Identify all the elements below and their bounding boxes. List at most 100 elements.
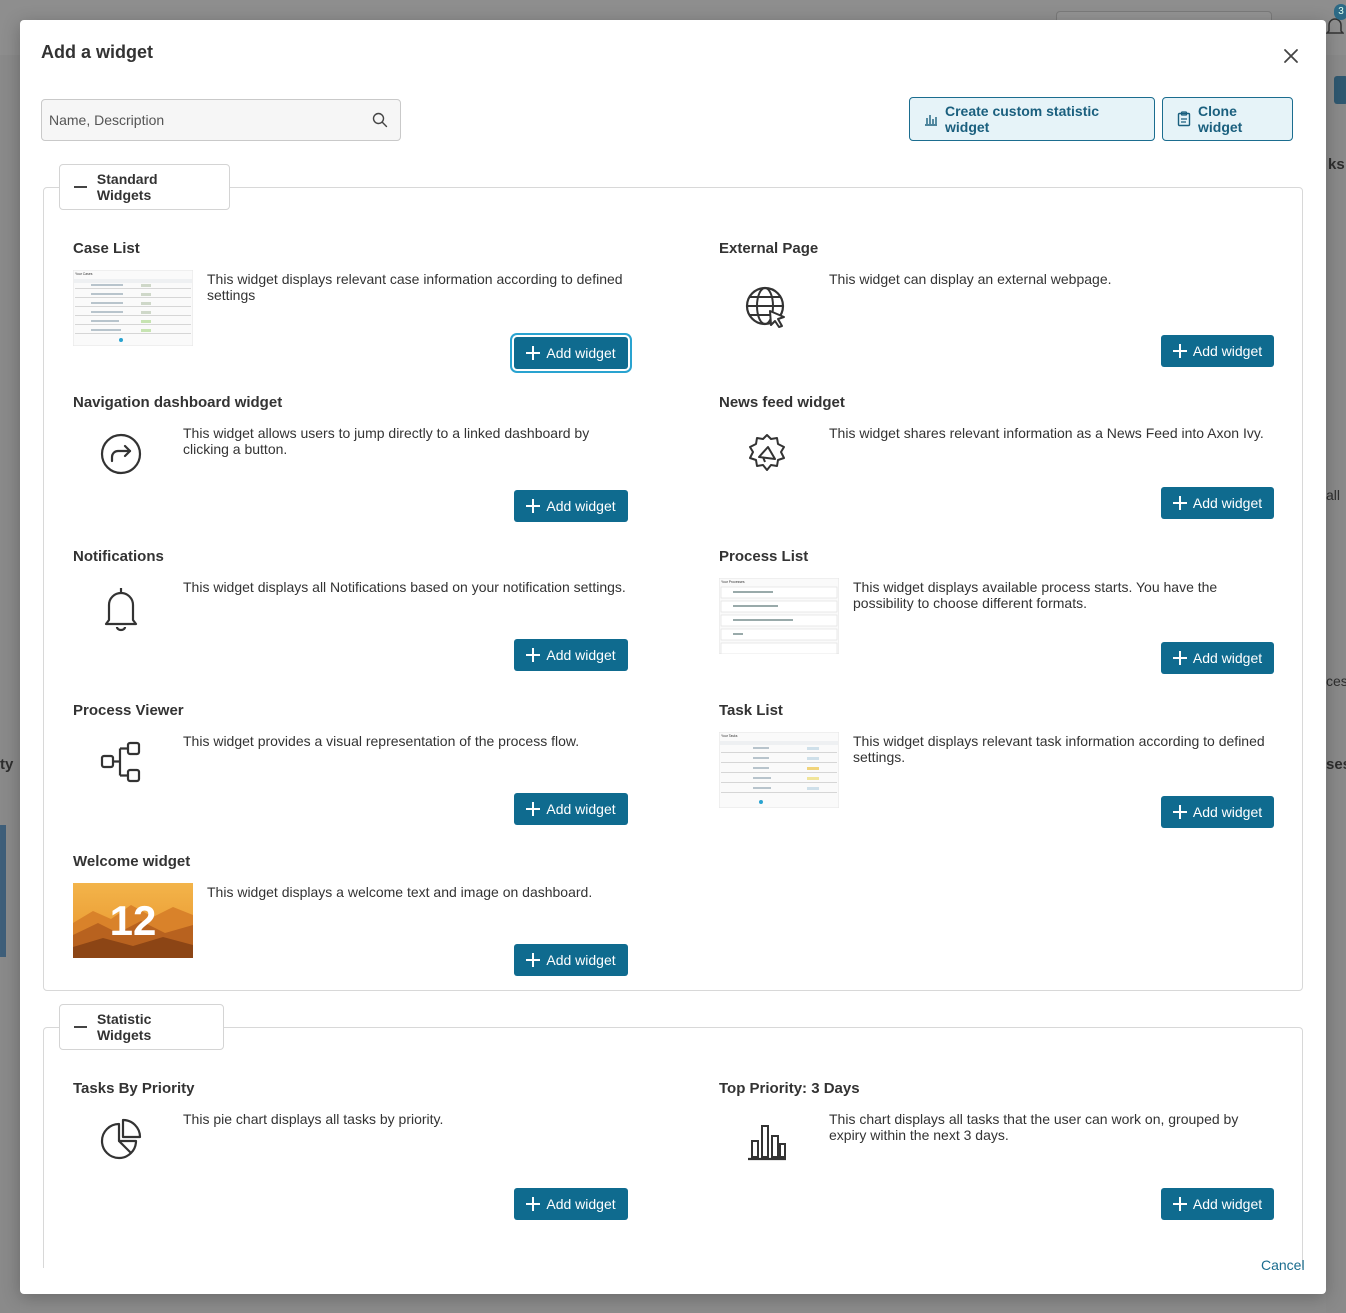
circle-arrow-icon [100, 433, 142, 475]
plus-icon [526, 953, 541, 967]
add-widget-button[interactable]: Add widget [514, 639, 628, 671]
clone-widget-button[interactable]: Clone widget [1162, 97, 1293, 141]
app-right-button [1334, 76, 1346, 104]
preview-heading: Your Processes [721, 580, 745, 584]
widget-description: This widget displays a welcome text and … [207, 884, 593, 900]
process-list-preview: Your Processes [719, 578, 839, 654]
add-widget-button[interactable]: Add widget [514, 793, 628, 825]
widget-title: Notifications [73, 548, 164, 565]
button-label: Add widget [546, 345, 616, 361]
widget-welcome: Welcome widget 12 This widget displays a… [73, 853, 628, 983]
add-widget-button[interactable]: Add widget [1161, 335, 1274, 367]
widget-case-list: Case List Your Cases This widget display… [73, 240, 628, 370]
standard-widgets-section: Standard Widgets Case List Your Cases Th… [43, 164, 1303, 991]
plus-icon [526, 499, 541, 513]
bar-chart-icon [925, 115, 937, 126]
widget-description: This widget provides a visual representa… [183, 733, 580, 749]
plus-icon [1172, 1197, 1187, 1211]
clipboard-icon [1177, 111, 1191, 127]
statistic-widgets-toggle[interactable]: Statistic Widgets [59, 1004, 224, 1050]
widget-process-list: Process List Your Processes This widget … [719, 548, 1274, 678]
plus-icon [1172, 651, 1187, 665]
widget-description: This chart displays all tasks that the u… [829, 1111, 1239, 1143]
plus-icon [526, 1197, 541, 1211]
button-label: Create custom statistic widget [945, 103, 1100, 135]
widget-description: This widget can display an external webp… [829, 271, 1112, 287]
minus-icon [74, 186, 87, 188]
widget-top-priority-3-days: Top Priority: 3 Days This chart displays… [719, 1080, 1274, 1220]
widget-title: External Page [719, 240, 819, 257]
add-widget-button[interactable]: Add widget [1161, 642, 1274, 674]
statistic-widgets-section: Statistic Widgets Tasks By Priority This… [43, 1004, 1303, 1268]
widget-title: Process List [719, 548, 809, 565]
close-icon[interactable] [1281, 46, 1301, 66]
widget-title: News feed widget [719, 394, 845, 411]
add-widget-button[interactable]: Add widget [514, 944, 628, 976]
section-title: Standard Widgets [96, 171, 158, 203]
widget-description: This pie chart displays all tasks by pri… [183, 1111, 444, 1127]
app-left-area [0, 55, 20, 1313]
case-list-preview: Your Cases [73, 270, 193, 346]
widget-description: This widget displays available process s… [853, 579, 1218, 611]
widget-notifications: Notifications This widget displays all N… [73, 548, 628, 678]
backdrop-text: ty [0, 756, 14, 773]
add-widget-button[interactable]: Add widget [514, 1188, 628, 1220]
welcome-image-text: 12 [110, 897, 157, 944]
widget-navigation-dashboard: Navigation dashboard widget This widget … [73, 394, 628, 524]
widget-external-page: External Page This widget can display an… [719, 240, 1274, 370]
cancel-link[interactable]: Cancel [1261, 1257, 1305, 1273]
backdrop-text: ks [1328, 156, 1345, 173]
backdrop-text: ces [1326, 673, 1346, 689]
widget-description: This widget displays all Notifications b… [183, 579, 626, 595]
section-title: Statistic Widgets [96, 1011, 152, 1043]
backdrop-text: ses [1326, 756, 1346, 773]
add-widget-button[interactable]: Add widget [514, 337, 628, 369]
widget-title: Case List [73, 240, 140, 257]
widget-title: Process Viewer [73, 702, 184, 719]
add-widget-dialog: Add a widget Create custom statistic wid… [20, 20, 1326, 1294]
widget-title: Task List [719, 702, 783, 719]
widget-task-list: Task List Your Tasks This widget display… [719, 702, 1274, 832]
widget-process-viewer: Process Viewer This widget provides a vi… [73, 702, 628, 832]
button-label: Add widget [546, 498, 616, 514]
minus-icon [74, 1026, 87, 1028]
flowchart-icon [100, 741, 141, 783]
widget-description: This widget displays relevant task infor… [853, 733, 1265, 765]
plus-icon [526, 802, 541, 816]
button-label: Add widget [1192, 650, 1263, 666]
widget-news-feed: News feed widget This widget shares rele… [719, 394, 1274, 524]
add-widget-button[interactable]: Add widget [1161, 796, 1274, 828]
plus-icon [1172, 344, 1187, 358]
megaphone-icon [749, 434, 785, 471]
add-widget-button[interactable]: Add widget [1161, 487, 1274, 519]
button-label: Add widget [546, 801, 616, 817]
button-label: Add widget [1192, 804, 1263, 820]
pie-chart-icon [100, 1118, 142, 1160]
widget-description: This widget shares relevant information … [829, 425, 1264, 441]
button-label: Add widget [546, 647, 616, 663]
widget-title: Navigation dashboard widget [73, 394, 283, 411]
button-label: Add widget [546, 952, 616, 968]
widget-title: Top Priority: 3 Days [719, 1080, 860, 1097]
add-widget-button[interactable]: Add widget [1161, 1188, 1274, 1220]
widget-tasks-by-priority: Tasks By Priority This pie chart display… [73, 1080, 628, 1220]
app-left-chart-bar [0, 825, 6, 957]
bell-icon [104, 588, 138, 632]
widget-title: Tasks By Priority [73, 1080, 195, 1097]
search-input[interactable] [49, 100, 359, 140]
notification-badge: 3 [1334, 4, 1346, 20]
widget-description: This widget allows users to jump directl… [183, 425, 590, 457]
button-label: Clone widget [1198, 103, 1243, 135]
bar-chart-icon [748, 1125, 786, 1161]
add-widget-button[interactable]: Add widget [514, 490, 628, 522]
widget-description: This widget displays relevant case infor… [207, 271, 623, 303]
task-list-preview: Your Tasks [719, 732, 839, 808]
dialog-title: Add a widget [41, 42, 153, 62]
standard-widgets-toggle[interactable]: Standard Widgets [59, 164, 230, 210]
widget-search [41, 99, 401, 141]
create-custom-statistic-widget-button[interactable]: Create custom statistic widget [909, 97, 1155, 141]
search-icon[interactable] [372, 112, 388, 128]
button-label: Add widget [546, 1196, 616, 1212]
widget-title: Welcome widget [73, 853, 191, 870]
preview-heading: Your Tasks [721, 734, 738, 738]
